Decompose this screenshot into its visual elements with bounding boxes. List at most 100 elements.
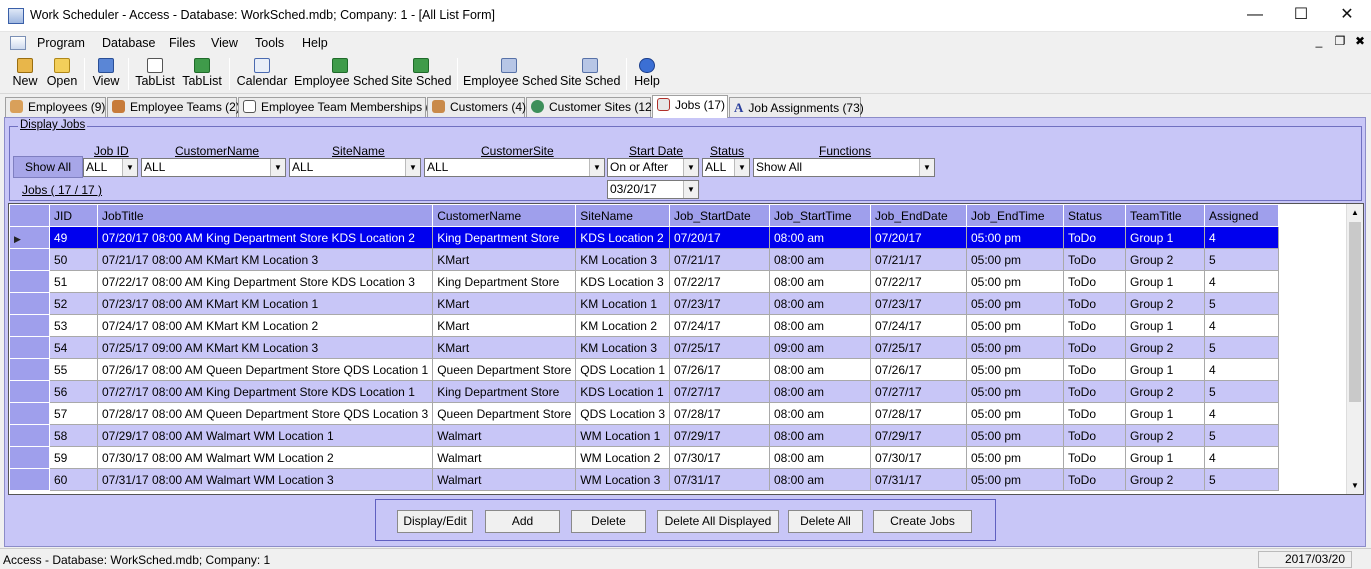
- table-cell[interactable]: Group 2: [1125, 380, 1205, 403]
- table-cell[interactable]: 05:00 pm: [966, 226, 1064, 249]
- table-cell[interactable]: Group 1: [1125, 446, 1205, 469]
- employee-sched-button[interactable]: Employee Sched: [463, 56, 558, 92]
- table-row[interactable]: 53 07/24/17 08:00 AM KMart KM Location 2K…: [9, 314, 1279, 337]
- column-header[interactable]: Job_EndTime: [966, 204, 1064, 227]
- table-cell[interactable]: ToDo: [1063, 380, 1126, 403]
- table-cell[interactable]: 4: [1204, 270, 1279, 293]
- chevron-down-icon[interactable]: ▼: [919, 159, 934, 176]
- table-cell[interactable]: Walmart: [432, 446, 577, 469]
- scroll-up-arrow-icon[interactable]: ▲: [1347, 204, 1363, 221]
- show-all-button[interactable]: Show All: [13, 156, 83, 178]
- table-cell[interactable]: 08:00 am: [769, 226, 871, 249]
- delete-all-button[interactable]: Delete All: [788, 510, 863, 533]
- table-cell[interactable]: 5: [1204, 292, 1279, 315]
- table-row[interactable]: 57 07/28/17 08:00 AM Queen Department Sto…: [9, 402, 1279, 425]
- new-button[interactable]: New: [9, 56, 41, 92]
- table-cell[interactable]: 50: [49, 248, 98, 271]
- row-selector[interactable]: [9, 380, 50, 403]
- tab-employees[interactable]: Employees (9): [5, 97, 106, 117]
- table-cell[interactable]: 07/22/17: [669, 270, 770, 293]
- table-cell[interactable]: 55: [49, 358, 98, 381]
- create-jobs-button[interactable]: Create Jobs: [873, 510, 972, 533]
- table-cell[interactable]: 07/26/17 08:00 AM Queen Department Store…: [96, 358, 434, 381]
- close-button[interactable]: ✕: [1324, 0, 1370, 31]
- table-cell[interactable]: KDS Location 3: [575, 270, 670, 293]
- table-cell[interactable]: 07/31/17: [669, 468, 770, 491]
- table-row[interactable]: ▶ 49 07/20/17 08:00 AM King Department Sto…: [9, 226, 1279, 249]
- table-cell[interactable]: KMart: [432, 248, 577, 271]
- chevron-down-icon[interactable]: ▼: [589, 159, 604, 176]
- table-cell[interactable]: King Department Store: [432, 380, 577, 403]
- table-cell[interactable]: 08:00 am: [769, 314, 871, 337]
- employee-sched-excel-button[interactable]: Employee Sched: [294, 56, 389, 92]
- table-cell[interactable]: 08:00 am: [769, 380, 871, 403]
- table-cell[interactable]: 07/26/17: [870, 358, 967, 381]
- table-cell[interactable]: King Department Store: [432, 226, 577, 249]
- table-cell[interactable]: 07/25/17 09:00 AM KMart KM Location 3: [96, 336, 434, 359]
- table-cell[interactable]: 07/27/17: [870, 380, 967, 403]
- chevron-down-icon[interactable]: ▼: [683, 181, 698, 198]
- column-header[interactable]: SiteName: [575, 204, 670, 227]
- menu-tools[interactable]: Tools: [255, 36, 284, 50]
- table-cell[interactable]: ToDo: [1063, 402, 1126, 425]
- table-cell[interactable]: Group 2: [1125, 336, 1205, 359]
- table-cell[interactable]: KMart: [432, 336, 577, 359]
- table-cell[interactable]: Queen Department Store: [432, 402, 577, 425]
- row-selector[interactable]: [9, 270, 50, 293]
- tab-customer-sites[interactable]: Customer Sites (12): [526, 97, 656, 117]
- table-cell[interactable]: QDS Location 1: [575, 358, 670, 381]
- table-cell[interactable]: Group 1: [1125, 358, 1205, 381]
- table-cell[interactable]: 05:00 pm: [966, 402, 1064, 425]
- table-cell[interactable]: KMart: [432, 314, 577, 337]
- table-cell[interactable]: 05:00 pm: [966, 424, 1064, 447]
- mdi-close-button[interactable]: ✖: [1351, 34, 1369, 48]
- table-cell[interactable]: 07/27/17 08:00 AM King Department Store …: [96, 380, 434, 403]
- chevron-down-icon[interactable]: ▼: [405, 159, 420, 176]
- table-cell[interactable]: ToDo: [1063, 336, 1126, 359]
- jobs-grid[interactable]: JID JobTitle CustomerName SiteName Job_S…: [8, 203, 1364, 495]
- table-cell[interactable]: Queen Department Store: [432, 358, 577, 381]
- table-row[interactable]: 56 07/27/17 08:00 AM King Department Stor…: [9, 380, 1279, 403]
- table-row[interactable]: 52 07/23/17 08:00 AM KMart KM Location 1K…: [9, 292, 1279, 315]
- table-cell[interactable]: QDS Location 3: [575, 402, 670, 425]
- functions-dropdown[interactable]: Show All ▼: [753, 158, 935, 177]
- mdi-restore-button[interactable]: ❐: [1331, 34, 1349, 48]
- row-selector[interactable]: [9, 336, 50, 359]
- vertical-scrollbar[interactable]: ▲ ▼: [1346, 204, 1363, 494]
- table-cell[interactable]: 5: [1204, 248, 1279, 271]
- table-cell[interactable]: KMart: [432, 292, 577, 315]
- table-cell[interactable]: 07/21/17: [669, 248, 770, 271]
- table-cell[interactable]: ToDo: [1063, 226, 1126, 249]
- table-cell[interactable]: Group 1: [1125, 270, 1205, 293]
- table-cell[interactable]: 07/23/17: [870, 292, 967, 315]
- table-cell[interactable]: 08:00 am: [769, 248, 871, 271]
- table-cell[interactable]: Group 2: [1125, 424, 1205, 447]
- table-cell[interactable]: ToDo: [1063, 468, 1126, 491]
- table-row[interactable]: 55 07/26/17 08:00 AM Queen Department Sto…: [9, 358, 1279, 381]
- maximize-button[interactable]: ☐: [1278, 0, 1324, 31]
- table-cell[interactable]: ToDo: [1063, 292, 1126, 315]
- menu-database[interactable]: Database: [102, 36, 156, 50]
- table-cell[interactable]: 08:00 am: [769, 270, 871, 293]
- table-cell[interactable]: 05:00 pm: [966, 292, 1064, 315]
- table-cell[interactable]: 07/28/17 08:00 AM Queen Department Store…: [96, 402, 434, 425]
- table-cell[interactable]: 4: [1204, 358, 1279, 381]
- site-sched-excel-button[interactable]: Site Sched: [391, 56, 451, 92]
- chevron-down-icon[interactable]: ▼: [734, 159, 749, 176]
- row-selector[interactable]: [9, 424, 50, 447]
- delete-all-displayed-button[interactable]: Delete All Displayed: [657, 510, 779, 533]
- table-row[interactable]: 60 07/31/17 08:00 AM Walmart WM Location …: [9, 468, 1279, 491]
- tab-customers[interactable]: Customers (4): [427, 97, 526, 117]
- row-selector[interactable]: [9, 248, 50, 271]
- table-cell[interactable]: 08:00 am: [769, 402, 871, 425]
- help-button[interactable]: Help: [632, 56, 662, 92]
- menu-help[interactable]: Help: [302, 36, 328, 50]
- table-cell[interactable]: WM Location 1: [575, 424, 670, 447]
- table-cell[interactable]: 08:00 am: [769, 446, 871, 469]
- table-cell[interactable]: 07/22/17 08:00 AM King Department Store …: [96, 270, 434, 293]
- row-selector[interactable]: [9, 292, 50, 315]
- table-cell[interactable]: 07/30/17: [669, 446, 770, 469]
- table-cell[interactable]: 57: [49, 402, 98, 425]
- table-cell[interactable]: 54: [49, 336, 98, 359]
- table-cell[interactable]: 5: [1204, 336, 1279, 359]
